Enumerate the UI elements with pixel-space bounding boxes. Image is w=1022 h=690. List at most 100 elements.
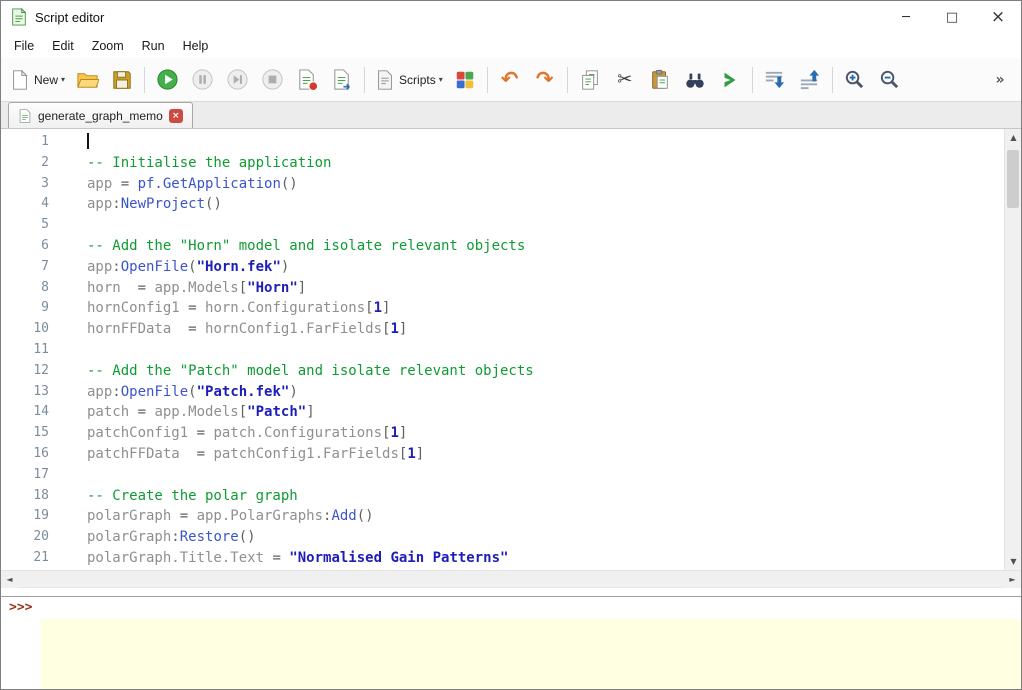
code-token: "Patch"	[247, 404, 306, 420]
scroll-left-button[interactable]: ◄	[1, 571, 18, 588]
menu-edit[interactable]: Edit	[43, 36, 83, 56]
tab-generate-graph-memo[interactable]: generate_graph_memo ×	[8, 102, 193, 128]
run-script-button[interactable]	[150, 62, 184, 98]
scroll-up-button[interactable]: ▲	[1005, 129, 1022, 146]
console-prompt: >>>	[9, 600, 32, 615]
record-script-button[interactable]	[290, 62, 324, 98]
code-text[interactable]: patchFFData = patchConfig1.FarFields[1]	[87, 444, 424, 465]
paste-button[interactable]	[643, 62, 677, 98]
code-token: -- Initialise the application	[87, 155, 331, 171]
code-token: app	[87, 176, 121, 192]
code-token: )	[281, 259, 289, 275]
menu-zoom[interactable]: Zoom	[83, 36, 133, 56]
tab-close-button[interactable]: ×	[169, 109, 183, 123]
line-number: 10	[1, 319, 53, 340]
code-text[interactable]: app:NewProject()	[87, 194, 222, 215]
code-text[interactable]: horn = app.Models["Horn"]	[87, 278, 306, 299]
pause-icon	[191, 68, 214, 91]
zoom-in-button[interactable]	[838, 62, 872, 98]
code-token: app.Models	[154, 280, 238, 296]
line-number: 16	[1, 444, 53, 465]
vertical-scrollbar[interactable]: ▲ ▼	[1004, 129, 1021, 570]
menu-file[interactable]: File	[5, 36, 43, 56]
script-sync-icon	[331, 68, 354, 91]
code-token: 1	[390, 321, 398, 337]
horizontal-scrollbar[interactable]: ◄ ►	[1, 570, 1021, 587]
undo-button[interactable]: ↶	[493, 62, 527, 98]
code-token: ()	[239, 529, 256, 545]
sync-script-button[interactable]	[325, 62, 359, 98]
find-button[interactable]	[678, 62, 712, 98]
code-token: polarGraph.Title.Text	[87, 550, 272, 566]
code-text[interactable]: patchConfig1 = patch.Configurations[1]	[87, 423, 407, 444]
scroll-down-button[interactable]: ▼	[1005, 553, 1022, 570]
code-text[interactable]: hornFFData = hornConfig1.FarFields[1]	[87, 319, 407, 340]
text-caret	[87, 133, 89, 149]
code-text[interactable]: app:OpenFile("Horn.fek")	[87, 257, 289, 278]
code-text[interactable]: patch = app.Models["Patch"]	[87, 402, 315, 423]
menu-run[interactable]: Run	[133, 36, 174, 56]
code-line: 17	[1, 465, 1004, 486]
puzzle-icon	[454, 69, 476, 91]
cut-button[interactable]: ✂	[608, 62, 642, 98]
code-text[interactable]: -- Initialise the application	[87, 153, 331, 174]
code-line: 1	[1, 132, 1004, 153]
code-line: 9hornConfig1 = horn.Configurations[1]	[1, 298, 1004, 319]
code-line: 19polarGraph = app.PolarGraphs:Add()	[1, 506, 1004, 527]
code-text[interactable]: -- Add the "Patch" model and isolate rel…	[87, 361, 534, 382]
script-editor-window: Script editor ─ □ × FileEditZoomRunHelp …	[0, 0, 1022, 690]
code-text[interactable]	[87, 132, 89, 153]
scripts-menu-button[interactable]: Scripts ▾	[370, 62, 447, 98]
code-line: 14patch = app.Models["Patch"]	[1, 402, 1004, 423]
zoom-out-button[interactable]	[873, 62, 907, 98]
new-script-button[interactable]: New ▾	[5, 62, 69, 98]
redo-button[interactable]: ↷	[528, 62, 562, 98]
code-lines[interactable]: 12-- Initialise the application3app = pf…	[1, 129, 1004, 570]
code-token: ]	[399, 425, 407, 441]
undo-icon: ↶	[501, 69, 519, 90]
plugins-button[interactable]	[448, 62, 482, 98]
code-token: ]	[382, 300, 390, 316]
code-text[interactable]: -- Create the polar graph	[87, 486, 298, 507]
code-token: app.PolarGraphs	[197, 508, 323, 524]
pause-script-button[interactable]	[185, 62, 219, 98]
toolbar-separator	[832, 67, 833, 93]
console-input-area[interactable]	[41, 619, 1021, 689]
code-text[interactable]: app = pf.GetApplication()	[87, 174, 298, 195]
code-token: ()	[281, 176, 298, 192]
code-text[interactable]: app:OpenFile("Patch.fek")	[87, 382, 298, 403]
code-token: =	[188, 300, 205, 316]
toolbar: New ▾	[1, 58, 1021, 102]
open-script-button[interactable]	[70, 62, 104, 98]
code-text[interactable]: -- Add the "Horn" model and isolate rele…	[87, 236, 525, 257]
horizontal-scroll-track[interactable]	[18, 571, 1004, 587]
maximize-button[interactable]: □	[929, 1, 975, 33]
scroll-right-button[interactable]: ►	[1004, 571, 1021, 588]
run-play-icon	[156, 68, 179, 91]
save-script-button[interactable]	[105, 62, 139, 98]
stop-script-button[interactable]	[255, 62, 289, 98]
line-number: 2	[1, 153, 53, 174]
line-number: 20	[1, 527, 53, 548]
step-script-button[interactable]	[220, 62, 254, 98]
code-text[interactable]: polarGraph = app.PolarGraphs:Add()	[87, 506, 374, 527]
code-text[interactable]: polarGraph:Restore()	[87, 527, 256, 548]
code-line: 18-- Create the polar graph	[1, 486, 1004, 507]
menu-help[interactable]: Help	[174, 36, 218, 56]
export-code-button[interactable]	[793, 62, 827, 98]
close-button[interactable]: ×	[975, 1, 1021, 33]
import-code-button[interactable]	[758, 62, 792, 98]
code-line: 2 -- Initialise the application	[1, 153, 1004, 174]
code-token: hornConfig1	[87, 300, 188, 316]
panel-splitter[interactable]	[1, 587, 1021, 596]
run-selection-button[interactable]	[713, 62, 747, 98]
code-token: "Horn.fek"	[197, 259, 281, 275]
code-text[interactable]: polarGraph.Title.Text = "Normalised Gain…	[87, 548, 508, 569]
copy-button[interactable]	[573, 62, 607, 98]
new-file-icon	[9, 69, 31, 91]
vertical-scroll-thumb[interactable]	[1007, 150, 1019, 208]
code-text[interactable]: hornConfig1 = horn.Configurations[1]	[87, 298, 390, 319]
toolbar-overflow-button[interactable]: »	[983, 62, 1017, 98]
chevron-down-icon: ▾	[61, 75, 65, 84]
minimize-button[interactable]: ─	[883, 1, 929, 33]
